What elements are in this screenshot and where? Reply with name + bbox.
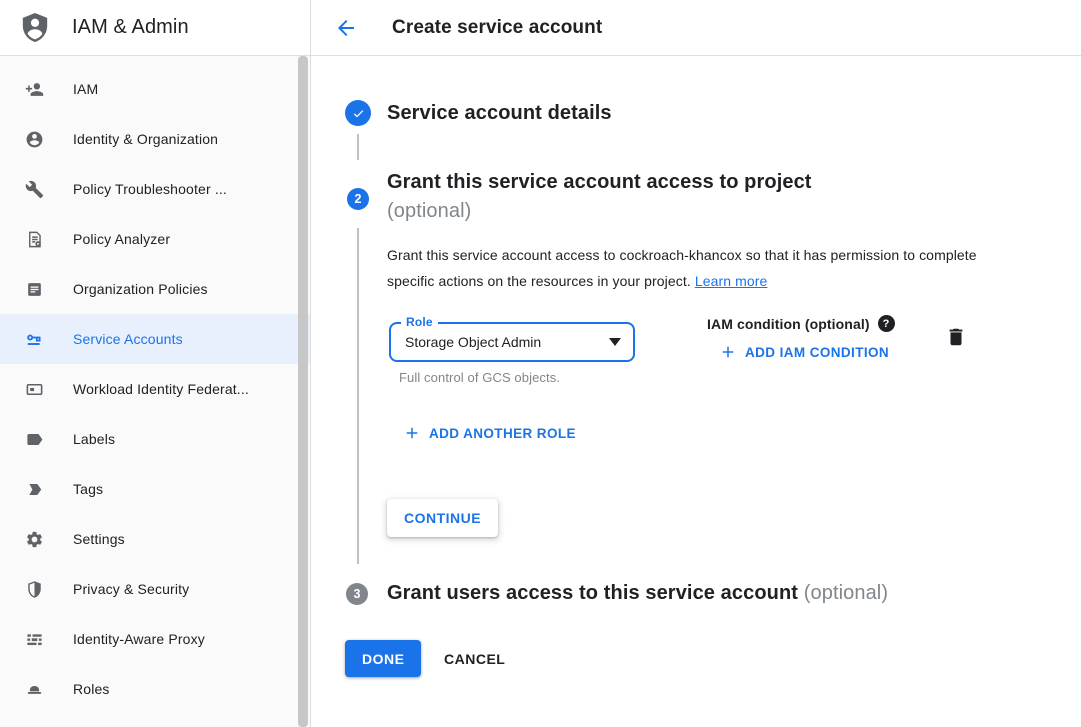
cancel-button[interactable]: CANCEL <box>444 640 505 677</box>
sidebar-item-privacy-security[interactable]: Privacy & Security <box>0 564 310 614</box>
add-another-role-label: ADD ANOTHER ROLE <box>429 426 576 441</box>
id-card-icon <box>24 379 44 399</box>
policy-analyzer-icon <box>24 229 44 249</box>
sidebar-item-label: Roles <box>73 681 110 697</box>
sidebar-item-label: IAM <box>73 81 98 97</box>
sidebar-item-label: Identity-Aware Proxy <box>73 631 205 647</box>
sidebar-item-service-accounts[interactable]: Service Accounts <box>0 314 310 364</box>
step3-number-badge: 3 <box>346 583 368 605</box>
add-iam-condition-label: ADD IAM CONDITION <box>745 345 889 360</box>
step2-description-text: Grant this service account access to coc… <box>387 247 977 289</box>
learn-more-link[interactable]: Learn more <box>695 273 768 289</box>
half-shield-icon <box>24 579 44 599</box>
step1-title: Service account details <box>387 102 612 125</box>
sidebar-item-policy-analyzer[interactable]: Policy Analyzer <box>0 214 310 264</box>
sidebar-item-label: Labels <box>73 431 115 447</box>
sidebar-scrollbar[interactable] <box>298 56 308 727</box>
plus-icon <box>719 343 737 361</box>
sidebar-item-identity-aware-proxy[interactable]: Identity-Aware Proxy <box>0 614 310 664</box>
main-panel: Create service account Service account d… <box>311 0 1081 727</box>
role-select[interactable]: Role Storage Object Admin <box>389 322 635 362</box>
add-another-role-button[interactable]: ADD ANOTHER ROLE <box>403 424 576 442</box>
step-connector-line <box>357 134 359 160</box>
iam-condition-label-text: IAM condition (optional) <box>707 316 870 332</box>
product-title: IAM & Admin <box>72 16 189 39</box>
step3-title-text: Grant users access to this service accou… <box>387 582 798 604</box>
sidebar-item-workload-identity-federation[interactable]: Workload Identity Federat... <box>0 364 310 414</box>
step2-title-text: Grant this service account access to pro… <box>387 171 812 193</box>
page-title: Create service account <box>392 17 602 39</box>
service-account-key-icon <box>24 329 44 349</box>
add-iam-condition-button[interactable]: ADD IAM CONDITION <box>719 343 889 361</box>
sidebar-header: IAM & Admin <box>0 0 310 56</box>
step2-number-badge: 2 <box>347 188 369 210</box>
role-field-label: Role <box>401 315 438 329</box>
sidebar-item-iam[interactable]: IAM <box>0 64 310 114</box>
step2-description: Grant this service account access to coc… <box>387 243 981 294</box>
step3-optional-label: (optional) <box>804 582 888 604</box>
sidebar-item-labels[interactable]: Labels <box>0 414 310 464</box>
role-selected-value: Storage Object Admin <box>405 334 609 350</box>
sidebar-item-label: Settings <box>73 531 125 547</box>
plus-icon <box>403 424 421 442</box>
step2-optional-label: (optional) <box>387 197 947 226</box>
sidebar-item-settings[interactable]: Settings <box>0 514 310 564</box>
help-icon[interactable]: ? <box>878 315 895 332</box>
tag-arrow-icon <box>24 479 44 499</box>
hat-icon <box>24 679 44 699</box>
page-header: Create service account <box>311 0 1081 56</box>
iam-admin-console: IAM & Admin IAM Identity & Organization … <box>0 0 1081 727</box>
wrench-icon <box>24 179 44 199</box>
iam-admin-shield-logo-icon <box>20 11 50 45</box>
wizard-content: Service account details 2 Grant this ser… <box>311 56 1081 727</box>
sidebar-item-label: Policy Troubleshooter ... <box>73 181 227 197</box>
step3-title: Grant users access to this service accou… <box>387 582 888 605</box>
sidebar-item-organization-policies[interactable]: Organization Policies <box>0 264 310 314</box>
continue-button[interactable]: CONTINUE <box>387 499 498 537</box>
document-lines-icon <box>24 279 44 299</box>
delete-role-trash-icon[interactable] <box>945 326 967 348</box>
sidebar: IAM & Admin IAM Identity & Organization … <box>0 0 311 727</box>
gear-icon <box>24 529 44 549</box>
sidebar-item-label: Workload Identity Federat... <box>73 381 249 397</box>
step2-title: Grant this service account access to pro… <box>387 168 947 226</box>
step1-complete-check-icon <box>345 100 371 126</box>
sidebar-item-tags[interactable]: Tags <box>0 464 310 514</box>
done-button[interactable]: DONE <box>345 640 421 677</box>
back-arrow-icon[interactable] <box>334 16 358 40</box>
sidebar-item-label: Service Accounts <box>73 331 183 347</box>
sidebar-item-label: Policy Analyzer <box>73 231 170 247</box>
person-add-icon <box>24 79 44 99</box>
role-helper-text: Full control of GCS objects. <box>399 370 560 385</box>
account-circle-icon <box>24 129 44 149</box>
chevron-down-icon <box>609 338 621 346</box>
sidebar-item-label: Organization Policies <box>73 281 208 297</box>
proxy-stripes-icon <box>24 629 44 649</box>
step-connector-line <box>357 228 359 564</box>
sidebar-item-label: Identity & Organization <box>73 131 218 147</box>
sidebar-item-label: Tags <box>73 481 103 497</box>
iam-condition-label: IAM condition (optional) ? <box>707 315 895 332</box>
sidebar-item-roles[interactable]: Roles <box>0 664 310 714</box>
sidebar-item-policy-troubleshooter[interactable]: Policy Troubleshooter ... <box>0 164 310 214</box>
label-icon <box>24 429 44 449</box>
sidebar-nav: IAM Identity & Organization Policy Troub… <box>0 56 310 714</box>
sidebar-item-label: Privacy & Security <box>73 581 189 597</box>
sidebar-item-identity-organization[interactable]: Identity & Organization <box>0 114 310 164</box>
